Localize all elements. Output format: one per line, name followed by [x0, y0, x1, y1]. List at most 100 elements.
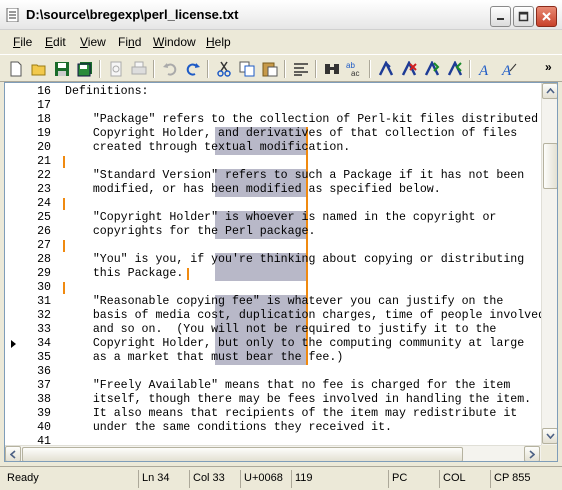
svg-text:ac: ac: [351, 69, 359, 77]
new-document-button[interactable]: [6, 59, 26, 79]
status-ready: Ready: [7, 472, 39, 484]
line-number: 22: [37, 169, 51, 182]
toolbar-separator: [315, 60, 317, 78]
text-line: "Standard Version" refers to such a Pack…: [65, 169, 525, 182]
title-bar: D:\source\bregexp\perl_license.txt: [0, 0, 562, 30]
scroll-left-button[interactable]: [5, 446, 21, 461]
font-button[interactable]: A: [476, 59, 496, 79]
text-line: itself, though there may be fees involve…: [65, 393, 532, 406]
bookmark-next-button[interactable]: [422, 59, 442, 79]
line-number: 24: [37, 197, 51, 210]
horizontal-scrollbar[interactable]: [5, 445, 541, 461]
text-line: modified, or has been modified as specif…: [65, 183, 441, 196]
status-mode: COL: [439, 470, 489, 488]
print-preview-button[interactable]: [106, 59, 126, 79]
line-number: 20: [37, 141, 51, 154]
copy-button[interactable]: [237, 59, 257, 79]
paste-icon: [262, 62, 278, 77]
line-number: 23: [37, 183, 51, 196]
text-line: "Copyright Holder" is whoever is named i…: [65, 211, 497, 224]
font-italic-button[interactable]: A: [499, 59, 519, 79]
menu-find[interactable]: Find: [118, 35, 141, 49]
text-line: copyrights for the Perl package.: [65, 225, 316, 238]
cut-icon: [217, 61, 231, 77]
menu-window[interactable]: Window: [153, 35, 196, 49]
line-format-button[interactable]: [291, 59, 311, 79]
text-line: [65, 99, 541, 113]
text-line: Copyright Holder, but only to the comput…: [65, 337, 525, 350]
chevron-down-icon: [545, 433, 555, 439]
scroll-down-button[interactable]: [542, 428, 557, 444]
status-column: Col 33: [189, 470, 239, 488]
line-number: 40: [37, 421, 51, 434]
open-folder-icon: [31, 64, 46, 76]
find-button[interactable]: [322, 59, 342, 79]
print-icon: [131, 61, 147, 75]
line-number: 37: [37, 379, 51, 392]
toolbar-separator: [207, 60, 209, 78]
menu-edit[interactable]: Edit: [45, 35, 66, 49]
toolbar-separator: [99, 60, 101, 78]
print-preview-icon: [110, 61, 122, 77]
line-number: 38: [37, 393, 51, 406]
undo-button[interactable]: [160, 59, 180, 79]
save-button[interactable]: [52, 59, 72, 79]
window-title: D:\source\bregexp\perl_license.txt: [26, 7, 239, 22]
vertical-scroll-thumb[interactable]: [543, 143, 557, 189]
scroll-right-button[interactable]: [524, 446, 540, 461]
menu-file[interactable]: File: [13, 35, 32, 49]
toolbar-overflow-icon[interactable]: »: [545, 60, 552, 74]
line-number: 26: [37, 225, 51, 238]
text-line: "Freely Available" means that no fee is …: [65, 379, 511, 392]
status-bar: Ready Ln 34 Col 33 U+0068 119 PC COL CP …: [0, 466, 562, 490]
text-line: [65, 197, 541, 211]
chevron-up-icon: [545, 88, 555, 94]
app-icon: [6, 8, 19, 22]
close-button[interactable]: [536, 6, 557, 27]
bookmark-prev-button[interactable]: [445, 59, 465, 79]
scroll-up-button[interactable]: [542, 83, 557, 99]
paste-button[interactable]: [260, 59, 280, 79]
open-button[interactable]: [29, 59, 49, 79]
line-number: 18: [37, 113, 51, 126]
text-line: Definitions:: [65, 85, 149, 98]
print-button[interactable]: [129, 59, 149, 79]
redo-button[interactable]: [183, 59, 203, 79]
find-icon: [325, 64, 339, 74]
horizontal-scroll-thumb[interactable]: [22, 447, 463, 461]
text-line: this Package.: [65, 267, 184, 280]
text-line: [65, 239, 541, 253]
menu-help[interactable]: Help: [206, 35, 231, 49]
line-number: 30: [37, 281, 51, 294]
toolbar-separator: [153, 60, 155, 78]
undo-icon: [163, 63, 177, 76]
maximize-icon: [518, 11, 529, 22]
text-line: "Package" refers to the collection of Pe…: [65, 113, 541, 126]
maximize-button[interactable]: [513, 6, 534, 27]
replace-icon: abac: [346, 61, 359, 77]
bookmark-clear-icon: [401, 61, 417, 76]
bookmark-prev-icon: [447, 61, 463, 76]
text-line: It also means that recipients of the ite…: [65, 407, 518, 420]
save-all-button[interactable]: [75, 59, 95, 79]
text-line: [65, 365, 541, 379]
copy-icon: [239, 61, 255, 77]
text-editor[interactable]: 16 17 18 19 20 21 22 23 24 25 26 27 28 29 30 31 32 33 34 35…: [4, 82, 558, 462]
bookmark-clear-button[interactable]: [399, 59, 419, 79]
text-line: [65, 281, 541, 295]
vertical-scrollbar[interactable]: [541, 83, 557, 445]
close-icon: [542, 12, 551, 21]
line-number: 36: [37, 365, 51, 378]
status-codepoint: U+0068: [240, 470, 290, 488]
bookmark-set-button[interactable]: [376, 59, 396, 79]
text-area[interactable]: Definitions: "Package" refers to the col…: [61, 83, 541, 445]
text-line: as a market that must bear the fee.): [65, 351, 344, 364]
replace-button[interactable]: ab ac: [345, 59, 365, 79]
line-number: 21: [37, 155, 51, 168]
minimize-button[interactable]: [490, 6, 511, 27]
line-number-gutter: 16 17 18 19 20 21 22 23 24 25 26 27 28 29 30 31 32 33 34 35…: [5, 83, 61, 448]
cut-button[interactable]: [214, 59, 234, 79]
bookmark-set-icon: [378, 61, 394, 76]
menu-view[interactable]: View: [80, 35, 106, 49]
line-number: 19: [37, 127, 51, 140]
